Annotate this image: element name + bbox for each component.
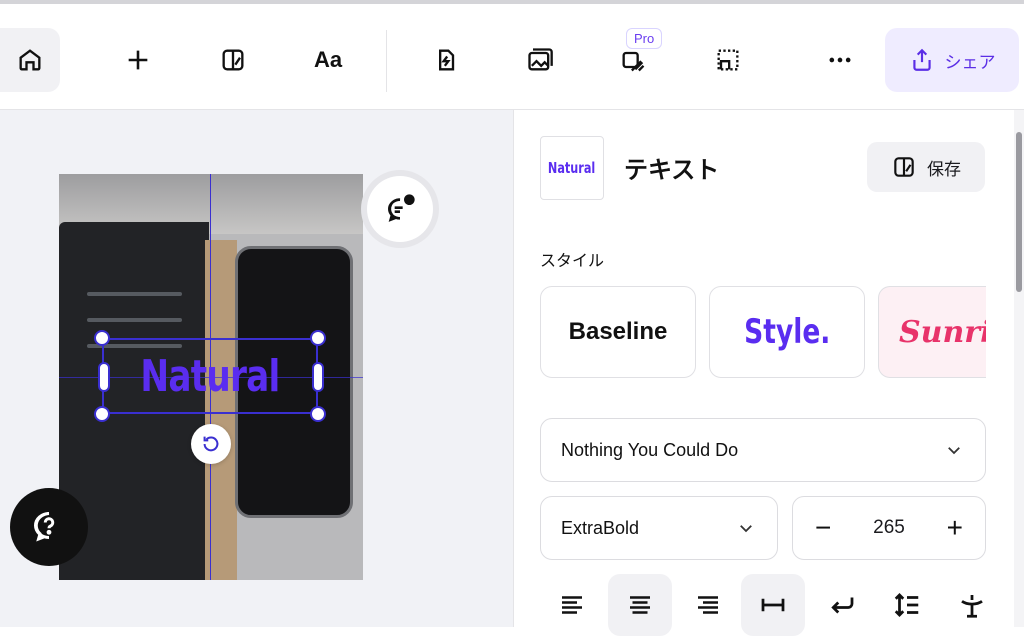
font-weight-select[interactable]: ExtraBold bbox=[540, 496, 778, 560]
add-button[interactable] bbox=[108, 28, 168, 92]
pro-badge: Pro bbox=[626, 28, 663, 49]
home-icon bbox=[19, 49, 41, 71]
font-weight-value: ExtraBold bbox=[561, 517, 640, 538]
save-label: 保存 bbox=[927, 159, 961, 180]
add-comment-icon bbox=[388, 194, 415, 222]
share-button[interactable]: シェア bbox=[885, 28, 1019, 92]
chevron-down-icon bbox=[740, 525, 752, 533]
resize-handle-left[interactable] bbox=[98, 362, 110, 392]
curve-text-icon bbox=[961, 595, 983, 618]
magic-button[interactable] bbox=[416, 28, 476, 92]
font-size-value[interactable]: 265 bbox=[873, 517, 905, 539]
rotate-button[interactable] bbox=[191, 424, 231, 464]
align-center-icon bbox=[630, 596, 650, 614]
style-section-title: スタイル bbox=[540, 251, 605, 270]
brand-kit-button[interactable] bbox=[203, 28, 263, 92]
add-icon bbox=[128, 50, 148, 70]
resize-handle-bottom-right[interactable] bbox=[310, 406, 326, 422]
top-toolbar: Aa Pro シェア bbox=[0, 0, 1024, 110]
increase-size-button[interactable]: + bbox=[947, 514, 963, 542]
style-card-baseline[interactable]: Baseline bbox=[540, 286, 696, 378]
font-family-value: Nothing You Could Do bbox=[561, 439, 739, 460]
resize-handle-top-left[interactable] bbox=[94, 330, 110, 346]
share-label: シェア bbox=[944, 52, 996, 73]
chevron-down-icon bbox=[948, 447, 960, 455]
background-remove-icon bbox=[622, 51, 645, 72]
resize-handle-right[interactable] bbox=[312, 362, 324, 392]
brand-kit-icon bbox=[222, 49, 244, 71]
image-icon bbox=[528, 48, 553, 71]
wrap-arrow-icon bbox=[831, 597, 854, 614]
align-right-icon bbox=[698, 596, 718, 614]
text-button[interactable]: Aa bbox=[298, 28, 358, 92]
share-icon bbox=[912, 48, 931, 71]
text-button-label: Aa bbox=[313, 47, 343, 72]
text-thumbnail-label: Natural bbox=[548, 159, 596, 177]
style-card-sunrise[interactable]: Sunrise bbox=[878, 286, 986, 378]
selection-box[interactable] bbox=[102, 338, 318, 414]
font-family-select[interactable]: Nothing You Could Do bbox=[540, 418, 986, 482]
letter-spacing-icon bbox=[761, 598, 785, 612]
crop-button[interactable] bbox=[698, 28, 758, 92]
line-height-icon bbox=[894, 593, 919, 617]
style-card-style[interactable]: Style. bbox=[709, 286, 865, 378]
text-thumbnail: Natural bbox=[540, 136, 604, 200]
panel-title: テキスト bbox=[624, 156, 720, 184]
more-icon bbox=[829, 57, 851, 63]
panel-scrollbar-thumb[interactable] bbox=[1016, 132, 1022, 292]
help-button[interactable] bbox=[10, 488, 88, 566]
style-card-label: Sunrise bbox=[899, 314, 986, 350]
toolbar-divider bbox=[386, 30, 387, 92]
home-button[interactable] bbox=[0, 28, 60, 92]
resize-handle-bottom-left[interactable] bbox=[94, 406, 110, 422]
style-card-label: Baseline bbox=[568, 318, 668, 345]
save-icon bbox=[894, 157, 914, 177]
magic-icon bbox=[439, 49, 455, 71]
more-button[interactable] bbox=[810, 28, 870, 92]
editor-canvas[interactable]: Natural bbox=[0, 110, 513, 627]
save-button[interactable]: 保存 bbox=[867, 142, 985, 192]
align-left-icon bbox=[562, 596, 582, 614]
image-button[interactable] bbox=[510, 28, 570, 92]
style-card-label: Style. bbox=[743, 312, 831, 352]
crop-icon bbox=[717, 49, 739, 71]
resize-handle-top-right[interactable] bbox=[310, 330, 326, 346]
add-comment-button[interactable] bbox=[367, 176, 433, 242]
decrease-size-button[interactable]: − bbox=[815, 514, 831, 542]
help-icon bbox=[34, 512, 55, 542]
font-size-stepper: − 265 + bbox=[792, 496, 986, 560]
rotate-icon bbox=[203, 436, 219, 452]
